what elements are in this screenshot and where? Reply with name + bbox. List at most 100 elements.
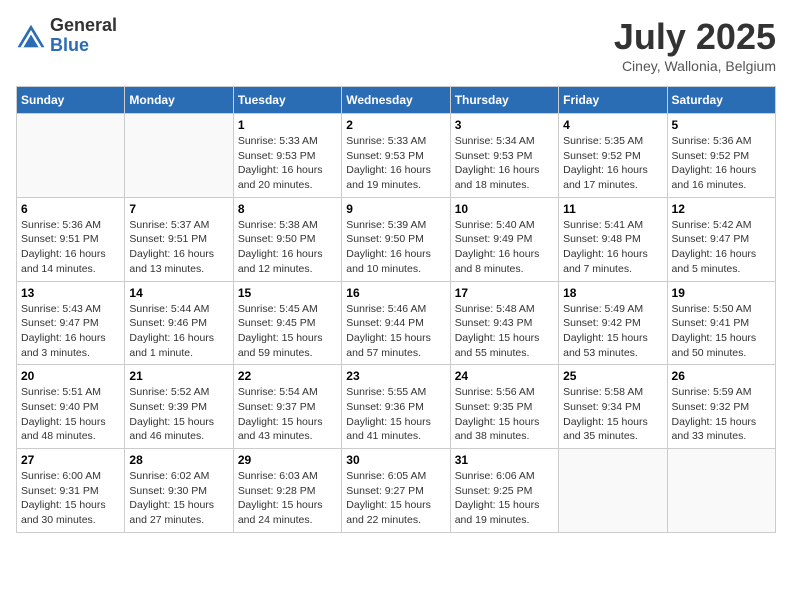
logo-icon — [16, 21, 46, 51]
day-number: 5 — [672, 118, 771, 132]
calendar-cell — [125, 114, 233, 198]
calendar-cell: 20 Sunrise: 5:51 AM Sunset: 9:40 PM Dayli… — [17, 365, 125, 449]
day-number: 8 — [238, 202, 337, 216]
day-info: Sunrise: 5:35 AM Sunset: 9:52 PM Dayligh… — [563, 134, 662, 193]
day-info: Sunrise: 6:02 AM Sunset: 9:30 PM Dayligh… — [129, 469, 228, 528]
day-info: Sunrise: 5:42 AM Sunset: 9:47 PM Dayligh… — [672, 218, 771, 277]
weekday-header-tuesday: Tuesday — [233, 87, 341, 114]
calendar-cell: 16 Sunrise: 5:46 AM Sunset: 9:44 PM Dayli… — [342, 281, 450, 365]
day-number: 29 — [238, 453, 337, 467]
calendar-cell: 23 Sunrise: 5:55 AM Sunset: 9:36 PM Dayli… — [342, 365, 450, 449]
calendar-cell: 15 Sunrise: 5:45 AM Sunset: 9:45 PM Dayli… — [233, 281, 341, 365]
weekday-header-sunday: Sunday — [17, 87, 125, 114]
calendar-cell: 22Sunrise: 5:54 AM Sunset: 9:37 PM Dayli… — [233, 365, 341, 449]
calendar-cell: 2Sunrise: 5:33 AM Sunset: 9:53 PM Daylig… — [342, 114, 450, 198]
month-year-title: July 2025 — [614, 16, 776, 58]
calendar-cell: 19Sunrise: 5:50 AM Sunset: 9:41 PM Dayli… — [667, 281, 775, 365]
day-info: Sunrise: 5:59 AM Sunset: 9:32 PM Dayligh… — [672, 385, 771, 444]
weekday-header-monday: Monday — [125, 87, 233, 114]
day-info: Sunrise: 5:33 AM Sunset: 9:53 PM Dayligh… — [346, 134, 445, 193]
day-number: 20 — [21, 369, 120, 383]
calendar-cell: 13 Sunrise: 5:43 AM Sunset: 9:47 PM Dayli… — [17, 281, 125, 365]
day-number: 28 — [129, 453, 228, 467]
calendar-week-4: 20 Sunrise: 5:51 AM Sunset: 9:40 PM Dayli… — [17, 365, 776, 449]
day-number: 23 — [346, 369, 445, 383]
day-number: 13 — [21, 286, 120, 300]
day-number: 27 — [21, 453, 120, 467]
calendar-cell: 1 Sunrise: 5:33 AM Sunset: 9:53 PM Daylig… — [233, 114, 341, 198]
calendar-week-3: 13 Sunrise: 5:43 AM Sunset: 9:47 PM Dayli… — [17, 281, 776, 365]
calendar-week-1: 1 Sunrise: 5:33 AM Sunset: 9:53 PM Daylig… — [17, 114, 776, 198]
day-info: Sunrise: 6:05 AM Sunset: 9:27 PM Dayligh… — [346, 469, 445, 528]
weekday-header-saturday: Saturday — [667, 87, 775, 114]
day-number: 15 — [238, 286, 337, 300]
calendar-cell — [17, 114, 125, 198]
day-number: 30 — [346, 453, 445, 467]
calendar-cell: 11 Sunrise: 5:41 AM Sunset: 9:48 PM Dayli… — [559, 197, 667, 281]
logo: General Blue — [16, 16, 117, 56]
day-info: Sunrise: 5:43 AM Sunset: 9:47 PM Dayligh… — [21, 302, 120, 361]
day-info: Sunrise: 5:38 AM Sunset: 9:50 PM Dayligh… — [238, 218, 337, 277]
weekday-header-thursday: Thursday — [450, 87, 558, 114]
day-number: 4 — [563, 118, 662, 132]
day-number: 24 — [455, 369, 554, 383]
calendar-cell: 21Sunrise: 5:52 AM Sunset: 9:39 PM Dayli… — [125, 365, 233, 449]
logo-blue-text: Blue — [50, 36, 117, 56]
calendar-week-5: 27 Sunrise: 6:00 AM Sunset: 9:31 PM Dayli… — [17, 449, 776, 533]
title-block: July 2025 Ciney, Wallonia, Belgium — [614, 16, 776, 74]
calendar-cell: 14Sunrise: 5:44 AM Sunset: 9:46 PM Dayli… — [125, 281, 233, 365]
calendar-cell: 26Sunrise: 5:59 AM Sunset: 9:32 PM Dayli… — [667, 365, 775, 449]
day-number: 22 — [238, 369, 337, 383]
calendar-cell: 27 Sunrise: 6:00 AM Sunset: 9:31 PM Dayli… — [17, 449, 125, 533]
day-number: 16 — [346, 286, 445, 300]
day-info: Sunrise: 5:36 AM Sunset: 9:52 PM Dayligh… — [672, 134, 771, 193]
calendar-cell: 9Sunrise: 5:39 AM Sunset: 9:50 PM Daylig… — [342, 197, 450, 281]
calendar-cell: 17Sunrise: 5:48 AM Sunset: 9:43 PM Dayli… — [450, 281, 558, 365]
calendar-cell: 5 Sunrise: 5:36 AM Sunset: 9:52 PM Daylig… — [667, 114, 775, 198]
day-info: Sunrise: 6:03 AM Sunset: 9:28 PM Dayligh… — [238, 469, 337, 528]
calendar-cell: 18 Sunrise: 5:49 AM Sunset: 9:42 PM Dayli… — [559, 281, 667, 365]
weekday-header-wednesday: Wednesday — [342, 87, 450, 114]
day-number: 6 — [21, 202, 120, 216]
day-info: Sunrise: 5:58 AM Sunset: 9:34 PM Dayligh… — [563, 385, 662, 444]
day-number: 21 — [129, 369, 228, 383]
weekday-header-friday: Friday — [559, 87, 667, 114]
day-info: Sunrise: 5:33 AM Sunset: 9:53 PM Dayligh… — [238, 134, 337, 193]
day-info: Sunrise: 5:48 AM Sunset: 9:43 PM Dayligh… — [455, 302, 554, 361]
day-info: Sunrise: 5:45 AM Sunset: 9:45 PM Dayligh… — [238, 302, 337, 361]
day-number: 25 — [563, 369, 662, 383]
calendar-cell — [667, 449, 775, 533]
calendar-cell: 10Sunrise: 5:40 AM Sunset: 9:49 PM Dayli… — [450, 197, 558, 281]
day-number: 18 — [563, 286, 662, 300]
calendar-cell: 24Sunrise: 5:56 AM Sunset: 9:35 PM Dayli… — [450, 365, 558, 449]
day-info: Sunrise: 6:06 AM Sunset: 9:25 PM Dayligh… — [455, 469, 554, 528]
day-info: Sunrise: 5:40 AM Sunset: 9:49 PM Dayligh… — [455, 218, 554, 277]
day-info: Sunrise: 5:50 AM Sunset: 9:41 PM Dayligh… — [672, 302, 771, 361]
calendar-cell: 29 Sunrise: 6:03 AM Sunset: 9:28 PM Dayli… — [233, 449, 341, 533]
logo-general-text: General — [50, 16, 117, 36]
day-number: 31 — [455, 453, 554, 467]
day-number: 7 — [129, 202, 228, 216]
calendar-cell: 30 Sunrise: 6:05 AM Sunset: 9:27 PM Dayli… — [342, 449, 450, 533]
day-info: Sunrise: 5:51 AM Sunset: 9:40 PM Dayligh… — [21, 385, 120, 444]
day-number: 9 — [346, 202, 445, 216]
day-info: Sunrise: 6:00 AM Sunset: 9:31 PM Dayligh… — [21, 469, 120, 528]
calendar-cell: 31 Sunrise: 6:06 AM Sunset: 9:25 PM Dayli… — [450, 449, 558, 533]
days-of-week-row: SundayMondayTuesdayWednesdayThursdayFrid… — [17, 87, 776, 114]
day-info: Sunrise: 5:55 AM Sunset: 9:36 PM Dayligh… — [346, 385, 445, 444]
calendar-cell: 3Sunrise: 5:34 AM Sunset: 9:53 PM Daylig… — [450, 114, 558, 198]
calendar-cell: 4 Sunrise: 5:35 AM Sunset: 9:52 PM Daylig… — [559, 114, 667, 198]
day-number: 1 — [238, 118, 337, 132]
logo-text: General Blue — [50, 16, 117, 56]
day-number: 3 — [455, 118, 554, 132]
day-info: Sunrise: 5:49 AM Sunset: 9:42 PM Dayligh… — [563, 302, 662, 361]
calendar-table: SundayMondayTuesdayWednesdayThursdayFrid… — [16, 86, 776, 533]
day-info: Sunrise: 5:37 AM Sunset: 9:51 PM Dayligh… — [129, 218, 228, 277]
day-info: Sunrise: 5:46 AM Sunset: 9:44 PM Dayligh… — [346, 302, 445, 361]
calendar-cell — [559, 449, 667, 533]
day-info: Sunrise: 5:41 AM Sunset: 9:48 PM Dayligh… — [563, 218, 662, 277]
calendar-cell: 12Sunrise: 5:42 AM Sunset: 9:47 PM Dayli… — [667, 197, 775, 281]
calendar-week-2: 6Sunrise: 5:36 AM Sunset: 9:51 PM Daylig… — [17, 197, 776, 281]
calendar-header: SundayMondayTuesdayWednesdayThursdayFrid… — [17, 87, 776, 114]
day-number: 11 — [563, 202, 662, 216]
